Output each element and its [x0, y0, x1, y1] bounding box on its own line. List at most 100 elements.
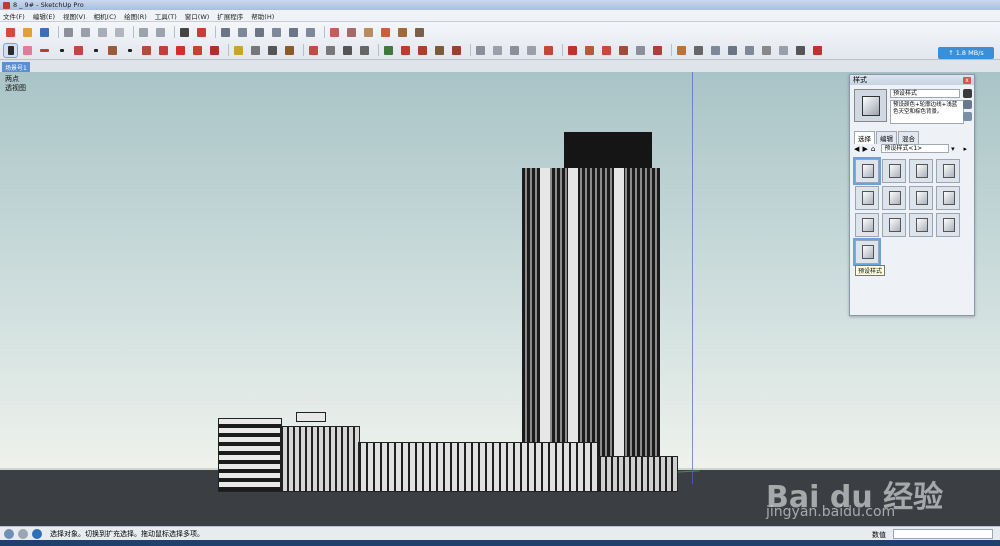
undo-button[interactable]: [137, 26, 150, 39]
styles-panel-header[interactable]: 样式 x: [850, 75, 974, 85]
save-button[interactable]: [38, 26, 51, 39]
menu-help[interactable]: 帮助(H): [251, 11, 274, 21]
split-button[interactable]: [651, 44, 664, 57]
style-thumbnail[interactable]: [936, 186, 960, 210]
arc-dropdown-icon[interactable]: [89, 44, 102, 57]
tape-measure-button[interactable]: [232, 44, 245, 57]
dimension-tool-button[interactable]: [249, 44, 262, 57]
back-view-button[interactable]: [287, 26, 300, 39]
offset-tool-button[interactable]: [157, 44, 170, 57]
trim-button[interactable]: [634, 44, 647, 57]
close-icon[interactable]: x: [963, 76, 971, 84]
rotate-tool-button[interactable]: [191, 44, 204, 57]
ruby-console-button[interactable]: [811, 44, 824, 57]
top-view-button[interactable]: [236, 26, 249, 39]
terrain-button[interactable]: [743, 44, 756, 57]
outer-shell-button[interactable]: [617, 44, 630, 57]
style-thumbnail[interactable]: [936, 213, 960, 237]
print-button[interactable]: [178, 26, 191, 39]
details-arrow-icon[interactable]: ▸: [964, 145, 972, 153]
sandbox-button[interactable]: [542, 44, 555, 57]
credits-icon[interactable]: [18, 528, 28, 539]
line-tool-button[interactable]: [38, 44, 51, 57]
measurements-input[interactable]: [893, 529, 993, 539]
menu-tools[interactable]: 工具(T): [155, 11, 177, 21]
iso-view-button[interactable]: [219, 26, 232, 39]
orbit-tool-button[interactable]: [307, 44, 320, 57]
arc-tool-button[interactable]: [72, 44, 85, 57]
intersect-button[interactable]: [600, 44, 613, 57]
style-thumbnail[interactable]: [909, 186, 933, 210]
right-view-button[interactable]: [270, 26, 283, 39]
select-tool-button[interactable]: [3, 42, 18, 58]
styles-panel[interactable]: 样式 x 预设样式 预设颜色+轮廓边线+浅蓝色天空和棕色背景。 选择 编辑 混合…: [849, 74, 975, 316]
pan-tool-button[interactable]: [324, 44, 337, 57]
share-model-button[interactable]: [433, 44, 446, 57]
style-thumbnail[interactable]: [936, 159, 960, 183]
model-info-button[interactable]: [195, 26, 208, 39]
forward-arrow-icon[interactable]: ▶: [862, 145, 870, 153]
style-description-field[interactable]: 预设颜色+轮廓边线+浅蓝色天空和棕色背景。: [890, 100, 964, 124]
copy-button[interactable]: [79, 26, 92, 39]
erase-button[interactable]: [113, 26, 126, 39]
style-thumbnail[interactable]: [882, 186, 906, 210]
section-plane-button[interactable]: [474, 44, 487, 57]
follow-me-button[interactable]: [583, 44, 596, 57]
style-thumbnail[interactable]: [853, 157, 881, 185]
line-dropdown-icon[interactable]: [55, 44, 68, 57]
paint-bucket-button[interactable]: [283, 44, 296, 57]
xray-button[interactable]: [328, 26, 341, 39]
home-icon[interactable]: ⌂: [871, 145, 879, 153]
geo-location-icon[interactable]: [4, 528, 14, 539]
style-thumbnail[interactable]: [855, 186, 879, 210]
style-thumbnail[interactable]: [909, 159, 933, 183]
component-button[interactable]: [382, 44, 395, 57]
menu-camera[interactable]: 相机(C): [94, 11, 117, 21]
cut-button[interactable]: [62, 26, 75, 39]
section-display-button[interactable]: [491, 44, 504, 57]
warehouse-upload-button[interactable]: [675, 44, 688, 57]
back-arrow-icon[interactable]: ◀: [854, 145, 862, 153]
redo-button[interactable]: [154, 26, 167, 39]
create-style-icon[interactable]: [963, 89, 972, 98]
zoom-extents-button[interactable]: [358, 44, 371, 57]
update-style-icon[interactable]: [963, 100, 972, 109]
style-name-field[interactable]: 预设样式: [890, 89, 960, 98]
wireframe-button[interactable]: [345, 26, 358, 39]
style-thumbnail[interactable]: [882, 213, 906, 237]
style-thumbnail[interactable]: [909, 213, 933, 237]
style-thumbnail[interactable]: [855, 213, 879, 237]
push-pull-tool-button[interactable]: [140, 44, 153, 57]
open-file-button[interactable]: [21, 26, 34, 39]
menu-edit[interactable]: 编辑(E): [33, 11, 55, 21]
chevron-down-icon[interactable]: ▾: [951, 145, 959, 153]
paste-button[interactable]: [96, 26, 109, 39]
solid-tools-button[interactable]: [566, 44, 579, 57]
hidden-line-button[interactable]: [362, 26, 375, 39]
menu-draw[interactable]: 绘图(R): [124, 11, 147, 21]
warehouse-button[interactable]: [399, 44, 412, 57]
refresh-icon[interactable]: [963, 112, 972, 121]
menu-window[interactable]: 窗口(W): [185, 11, 210, 21]
shadows-button[interactable]: [760, 44, 773, 57]
style-thumbnail[interactable]: [882, 159, 906, 183]
section-fill-button[interactable]: [525, 44, 538, 57]
extension-warehouse-button[interactable]: [416, 44, 429, 57]
rectangle-dropdown-icon[interactable]: [123, 44, 136, 57]
menu-file[interactable]: 文件(F): [3, 11, 25, 21]
text-tool-button[interactable]: [266, 44, 279, 57]
section-cut-button[interactable]: [508, 44, 521, 57]
eraser-tool-button[interactable]: [21, 44, 34, 57]
shaded-button[interactable]: [379, 26, 392, 39]
front-view-button[interactable]: [253, 26, 266, 39]
podium-building[interactable]: [218, 412, 688, 492]
menu-extensions[interactable]: 扩展程序: [217, 11, 243, 21]
photo-texture-button[interactable]: [709, 44, 722, 57]
3d-text-button[interactable]: [794, 44, 807, 57]
geo-location-button[interactable]: [692, 44, 705, 57]
new-file-button[interactable]: [4, 26, 17, 39]
fog-button[interactable]: [777, 44, 790, 57]
style-thumbnail[interactable]: [853, 238, 881, 266]
zoom-tool-button[interactable]: [341, 44, 354, 57]
shaded-texture-button[interactable]: [396, 26, 409, 39]
